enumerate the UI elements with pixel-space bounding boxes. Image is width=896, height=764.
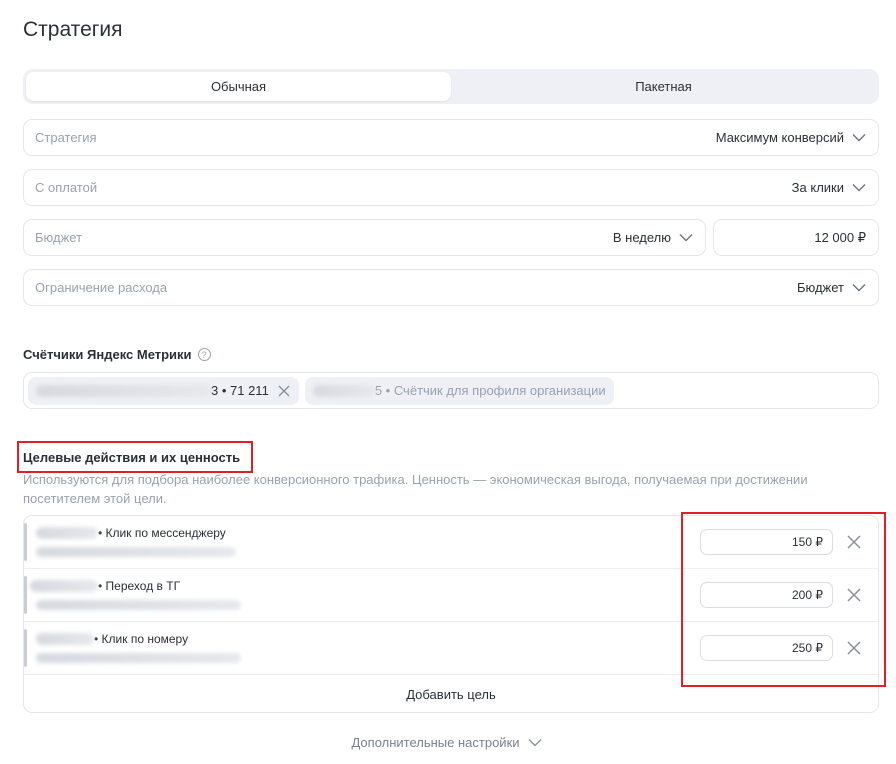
spend-limit-label: Ограничение расхода (35, 280, 168, 295)
chevron-down-icon (679, 231, 693, 245)
metrics-chip: 5 • Счётчик для профиля организации (304, 376, 614, 405)
help-icon[interactable]: ? (197, 348, 211, 361)
redacted-blur (36, 653, 241, 663)
tab-package[interactable]: Пакетная (451, 72, 876, 101)
strategy-label: Стратегия (35, 130, 97, 145)
budget-period-select[interactable]: Бюджет В неделю (23, 219, 706, 256)
payment-value: За клики (791, 180, 844, 195)
metrics-chip-label: 5 • Счётчик для профиля организации (374, 383, 606, 398)
page-title: Стратегия (23, 18, 123, 41)
metrics-chip: 3 • 71 211 (28, 376, 299, 405)
highlight-box-goals-title (17, 441, 253, 473)
spend-limit-select[interactable]: Ограничение расхода Бюджет (23, 269, 879, 306)
metrics-chip-label: 3 • 71 211 (211, 383, 269, 398)
redacted-blur (30, 580, 98, 592)
highlight-box-goal-values (681, 512, 886, 687)
budget-label: Бюджет (35, 230, 83, 245)
advanced-settings-label: Дополнительные настройки (351, 735, 520, 750)
strategy-value: Максимум конверсий (715, 130, 844, 145)
redacted-blur (36, 633, 94, 645)
redacted-blur (36, 527, 98, 539)
close-icon[interactable] (277, 384, 291, 398)
goal-marker (24, 629, 27, 667)
redacted-blur (312, 384, 375, 397)
budget-period-value: В неделю (612, 230, 671, 245)
goals-description: Используются для подбора наиболее конвер… (23, 472, 808, 506)
chevron-down-icon (852, 181, 866, 195)
payment-label: С оплатой (35, 180, 98, 195)
metrics-input[interactable]: 3 • 71 211 5 • Счётчик для профиля орган… (23, 372, 879, 409)
tab-regular[interactable]: Обычная (26, 72, 451, 101)
payment-select[interactable]: С оплатой За клики (23, 169, 879, 206)
metrics-title: Счётчики Яндекс Метрики ? (23, 347, 211, 362)
goal-name: • Клик по мессенджеру (36, 526, 226, 540)
advanced-settings-toggle[interactable]: Дополнительные настройки (351, 735, 542, 750)
chevron-down-icon (852, 281, 866, 295)
strategy-type-switch: Обычная Пакетная (23, 69, 879, 104)
redacted-blur (36, 384, 211, 397)
goal-name: • Клик по номеру (36, 632, 188, 646)
goal-name-text: • Переход в ТГ (98, 579, 181, 593)
metrics-title-text: Счётчики Яндекс Метрики (23, 347, 192, 362)
spend-limit-value: Бюджет (796, 280, 844, 295)
redacted-blur (36, 600, 241, 610)
budget-amount-input[interactable]: 12 000 ₽ (713, 219, 879, 256)
chevron-down-icon (852, 131, 866, 145)
goal-marker (24, 576, 27, 614)
advanced-settings: Дополнительные настройки (0, 735, 896, 750)
goal-name-text: • Клик по номеру (94, 632, 189, 646)
redacted-blur (36, 547, 236, 557)
chevron-down-icon (528, 736, 542, 750)
goal-name: • Переход в ТГ (30, 579, 180, 593)
strategy-select[interactable]: Стратегия Максимум конверсий (23, 119, 879, 156)
goal-name-text: • Клик по мессенджеру (98, 526, 226, 540)
goal-marker (24, 523, 27, 561)
